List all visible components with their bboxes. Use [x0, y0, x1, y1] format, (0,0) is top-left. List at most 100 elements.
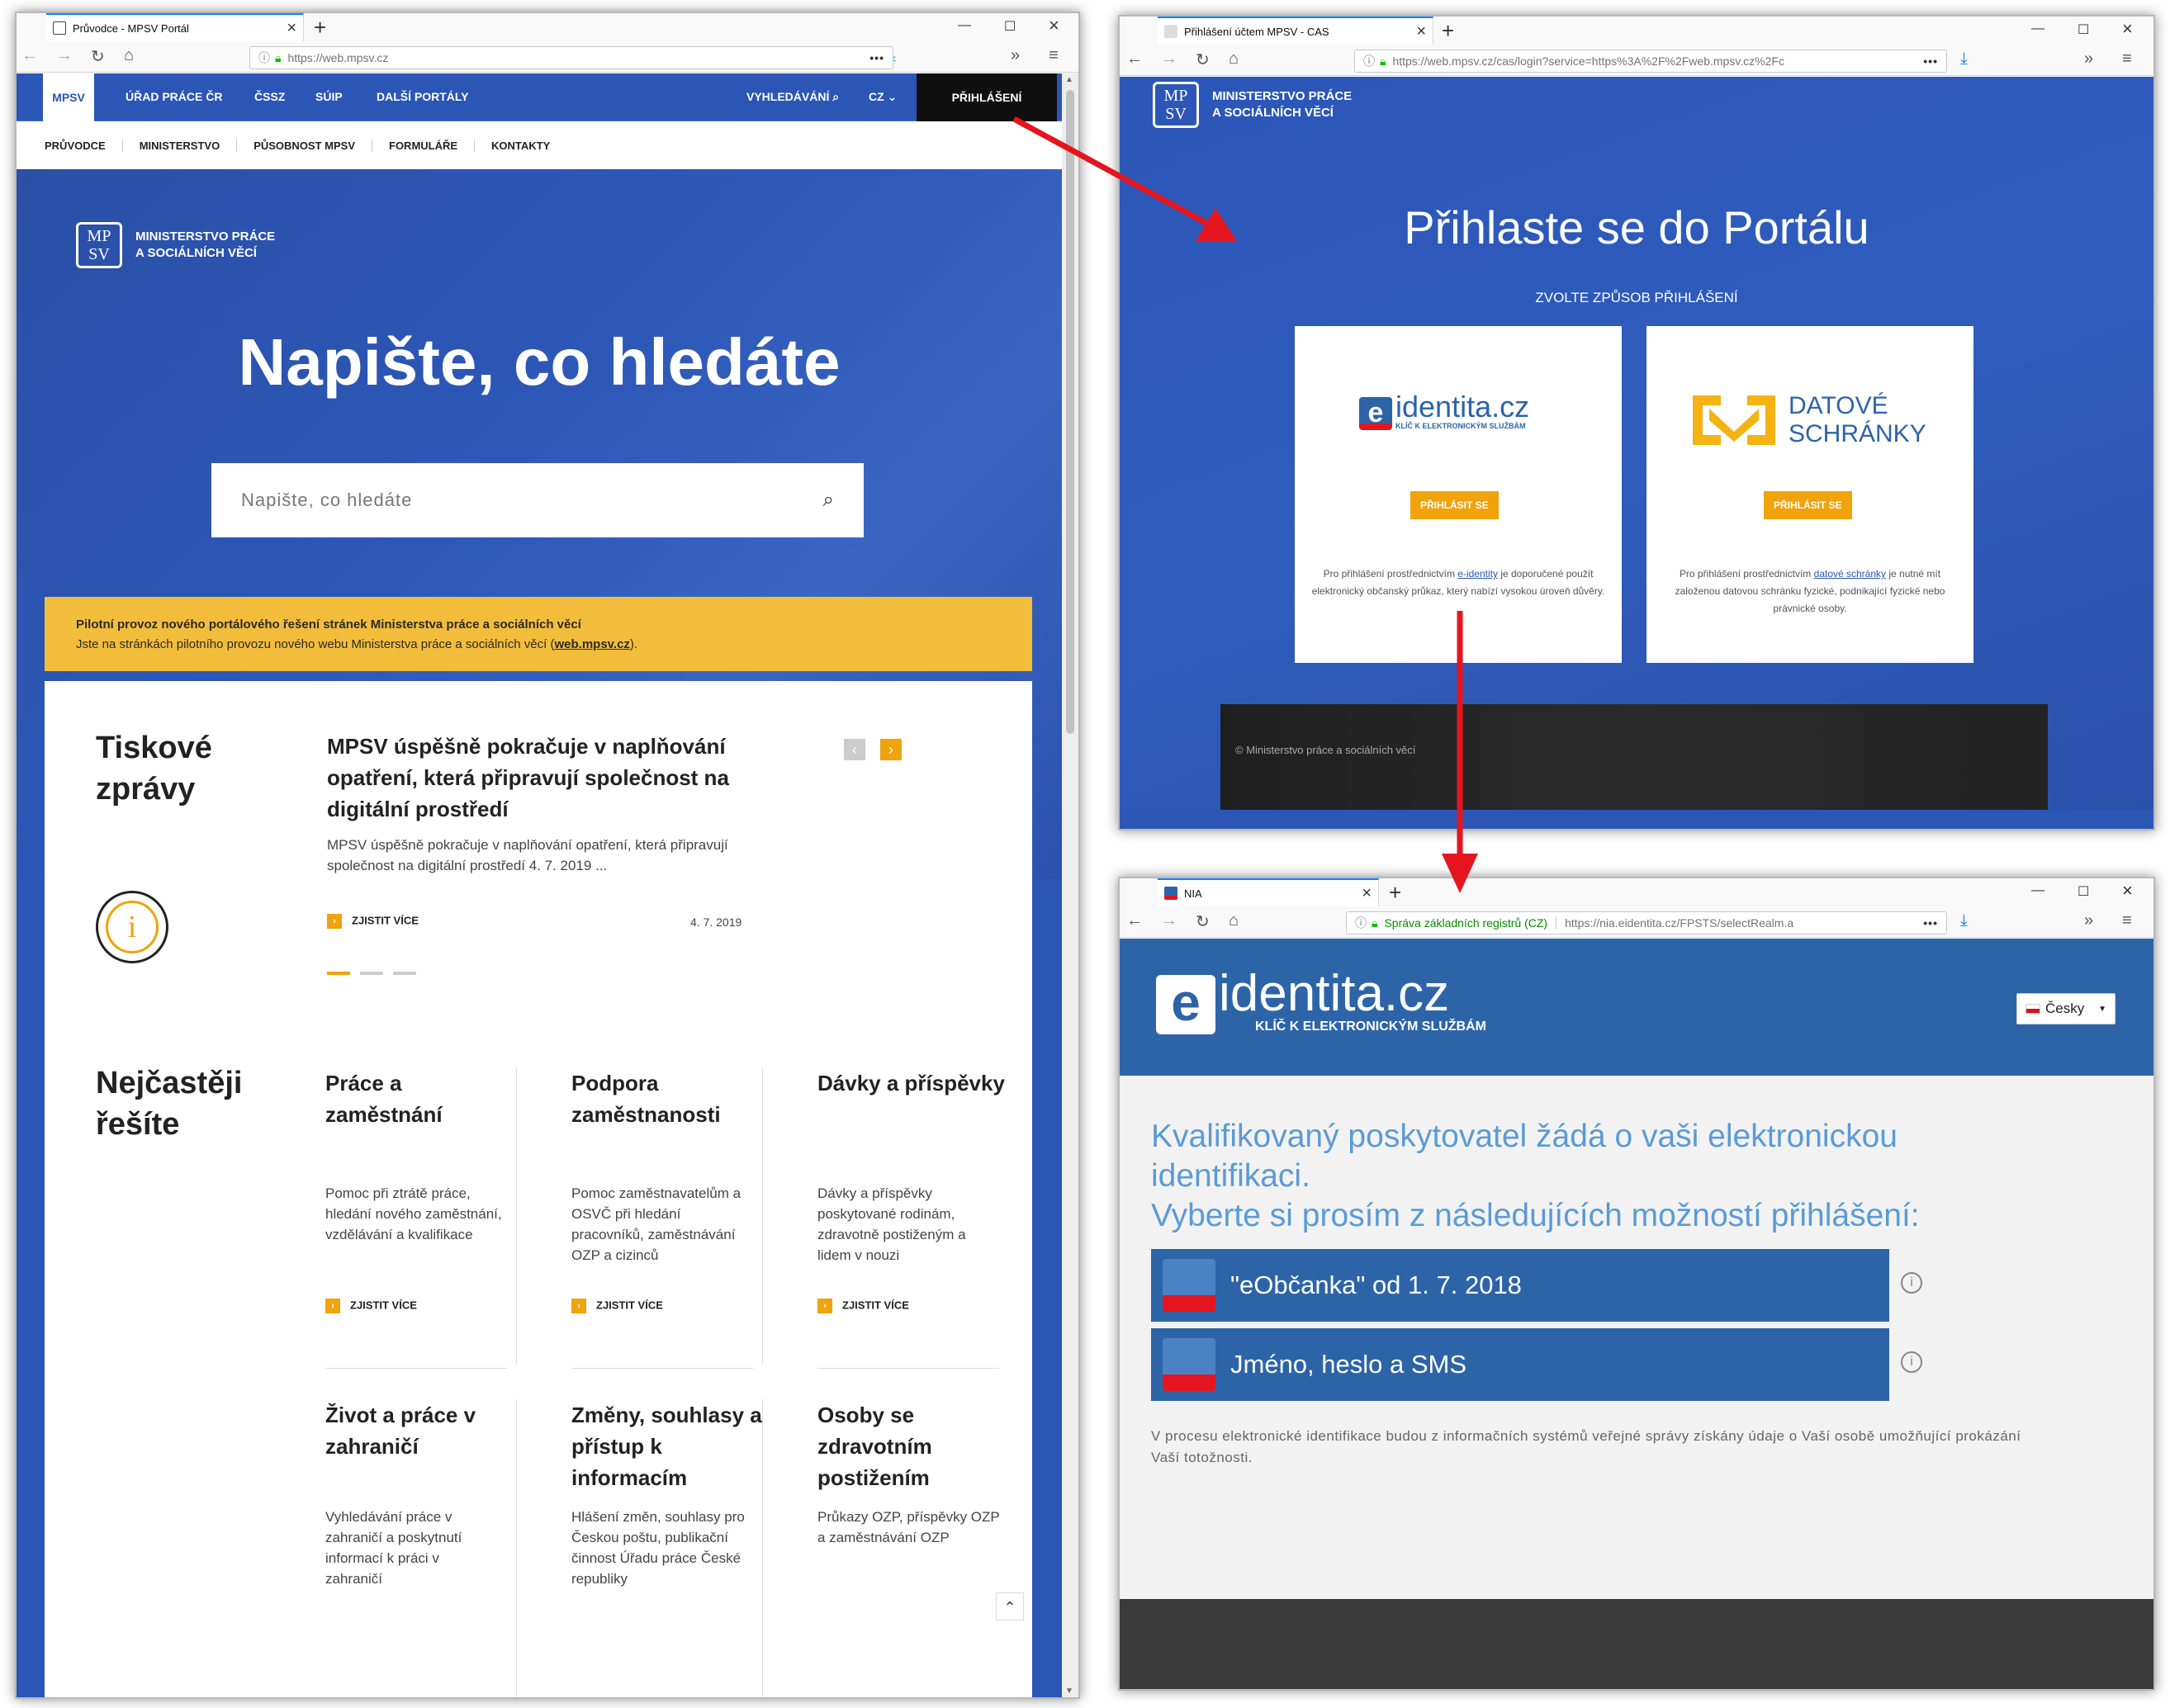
datove-schranky-link[interactable]: datové schránky [1814, 568, 1886, 580]
lock-icon: 🔒︎ [1380, 54, 1386, 68]
option-eobcanka[interactable]: "eObčanka" od 1. 7. 2018 [1151, 1249, 1889, 1322]
back-icon[interactable]: ← [1126, 50, 1143, 69]
overflow-icon[interactable]: » [2084, 911, 2093, 930]
card-more-link[interactable]: › ZJISTIT VÍCE [817, 1299, 1009, 1313]
close-tab-icon[interactable]: × [1362, 884, 1372, 903]
nav-item-urad-prace[interactable]: ÚŘAD PRÁCE ČR [126, 90, 222, 103]
tab-mpsv[interactable]: Průvodce - MPSV Portál × [46, 13, 304, 41]
eidentita-link[interactable]: e-identity [1457, 568, 1498, 580]
site-identity[interactable]: Správa základních registrů (CZ) [1384, 916, 1557, 930]
subnav-pruvodce[interactable]: PRŮVODCE [45, 139, 123, 152]
card-zahranici[interactable]: Život a práce v zahraničí Vyhledávání pr… [325, 1399, 517, 1697]
page-actions-icon[interactable]: ••• [1923, 54, 1938, 68]
back-icon[interactable]: ← [21, 46, 38, 65]
carousel-prev-button[interactable]: ‹ [844, 739, 865, 760]
nav-item-mpsv[interactable]: MPSV [43, 73, 94, 121]
forward-icon[interactable]: → [1161, 911, 1177, 930]
search-input[interactable]: Napište, co hledáte [241, 490, 823, 511]
card-more-link[interactable]: › ZJISTIT VÍCE [325, 1299, 516, 1313]
minimize-icon[interactable]: — [2031, 21, 2044, 36]
subnav-pusobnost[interactable]: PŮSOBNOST MPSV [237, 139, 372, 152]
page-actions-icon[interactable]: ••• [869, 51, 884, 64]
url-bar[interactable]: ⓘ 🔒︎ https://web.mpsv.cz ••• [249, 46, 893, 69]
new-tab-icon[interactable]: + [314, 15, 326, 40]
scrollbar-down-icon[interactable]: ▼ [1065, 1687, 1073, 1696]
login-button[interactable]: PŘIHLÁŠENÍ [917, 73, 1057, 121]
info-eobcanka-icon[interactable]: i [1901, 1272, 1922, 1294]
tab-cas-login[interactable]: Přihlášení účtem MPSV - CAS × [1158, 17, 1433, 45]
scrollbar-up-icon[interactable]: ▲ [1065, 75, 1073, 84]
option-jmeno-heslo-sms[interactable]: Jméno, heslo a SMS [1151, 1328, 1889, 1401]
eidentita-logo[interactable]: e identita.cz KLÍČ K ELEKTRONICKÝM SLUŽB… [1156, 968, 1486, 1034]
back-icon[interactable]: ← [1126, 911, 1143, 930]
mpsv-logo[interactable]: MP SV MINISTERSTVO PRÁCE A SOCIÁLNÍCH VĚCÍ [76, 222, 275, 268]
mpsv-logo[interactable]: MPSV Pro přihlášení prostřednictvím MINI… [1153, 82, 1352, 128]
forward-icon[interactable]: → [1161, 50, 1177, 69]
scrollbar-thumb[interactable] [1066, 90, 1074, 734]
new-tab-icon[interactable]: + [1389, 880, 1401, 906]
search-link[interactable]: VYHLEDÁVÁNÍ ⌕ [746, 90, 839, 104]
info-icon[interactable]: ⓘ [258, 50, 270, 66]
card-ozp[interactable]: Osoby se zdravotním postižením Průkazy O… [817, 1399, 1009, 1697]
menu-icon[interactable]: ≡ [1049, 46, 1059, 65]
carousel-dot-2[interactable] [360, 972, 383, 975]
nia-favicon-icon [1164, 887, 1177, 900]
home-icon[interactable]: ⌂ [1229, 50, 1239, 69]
minimize-icon[interactable]: — [958, 18, 971, 33]
close-window-icon[interactable]: × [2122, 18, 2133, 40]
download-icon[interactable]: ⤓ [1960, 50, 1968, 69]
card-davky[interactable]: Dávky a příspěvky Dávky a příspěvky posk… [817, 1067, 1009, 1365]
search-icon[interactable]: ⌕ [823, 489, 834, 512]
url-bar[interactable]: ⓘ 🔒︎ https://web.mpsv.cz/cas/login?servi… [1354, 50, 1947, 73]
close-tab-icon[interactable]: × [287, 19, 296, 38]
maximize-icon[interactable]: ☐ [1004, 18, 1016, 35]
reload-icon[interactable]: ↻ [1196, 911, 1210, 932]
datove-schranky-login-button[interactable]: PŘIHLÁSIT SE [1764, 491, 1852, 519]
subnav-ministerstvo[interactable]: MINISTERSTVO [123, 139, 238, 152]
scrollbar[interactable]: ▲ ▼ [1062, 73, 1078, 1697]
card-prace[interactable]: Práce a zaměstnání Pomoc při ztrátě prác… [325, 1067, 517, 1365]
maximize-icon[interactable]: ☐ [2078, 883, 2089, 900]
language-select[interactable]: CZ ⌄ [869, 90, 897, 104]
minimize-icon[interactable]: — [2031, 883, 2044, 898]
info-icon[interactable]: ⓘ [1355, 915, 1367, 931]
subnav-kontakty[interactable]: KONTAKTY [475, 140, 566, 152]
press-more-link[interactable]: › ZJISTIT VÍCE [327, 914, 419, 929]
press-title[interactable]: MPSV úspěšně pokračuje v naplňování opat… [327, 731, 773, 825]
close-tab-icon[interactable]: × [1416, 22, 1426, 41]
nav-item-cssz[interactable]: ČSSZ [254, 90, 285, 103]
carousel-dot-1[interactable] [327, 972, 350, 975]
subnav-formulare[interactable]: FORMULÁŘE [372, 139, 476, 152]
home-icon[interactable]: ⌂ [1229, 911, 1239, 930]
card-zmeny[interactable]: Změny, souhlasy a přístup k informacím H… [571, 1399, 763, 1697]
url-bar[interactable]: ⓘ 🔒︎ Správa základních registrů (CZ) htt… [1346, 911, 1947, 934]
reload-icon[interactable]: ↻ [91, 46, 105, 67]
search-box[interactable]: Napište, co hledáte ⌕ [211, 463, 864, 537]
close-window-icon[interactable]: × [2122, 880, 2133, 901]
home-icon[interactable]: ⌂ [124, 46, 134, 65]
eidentita-login-button[interactable]: PŘIHLÁSIT SE [1410, 491, 1499, 519]
new-tab-icon[interactable]: + [1442, 18, 1454, 44]
nav-item-suip[interactable]: SÚIP [315, 90, 343, 103]
carousel-dot-3[interactable] [393, 972, 416, 975]
forward-icon[interactable]: → [56, 46, 73, 65]
overflow-icon[interactable]: » [1011, 46, 1020, 65]
nav-item-dalsi-portaly[interactable]: DALŠÍ PORTÁLY [377, 90, 469, 103]
tab-nia[interactable]: NIA × [1158, 878, 1379, 906]
menu-icon[interactable]: ≡ [2122, 50, 2132, 69]
maximize-icon[interactable]: ☐ [2078, 21, 2089, 38]
carousel-next-button[interactable]: › [880, 739, 902, 760]
close-window-icon[interactable]: × [1049, 15, 1059, 36]
overflow-icon[interactable]: » [2084, 50, 2093, 69]
scroll-top-button[interactable]: ⌃ [996, 1592, 1024, 1620]
download-icon[interactable]: ⤓ [1960, 911, 1968, 930]
card-more-link[interactable]: › ZJISTIT VÍCE [571, 1299, 762, 1313]
info-sms-icon[interactable]: i [1901, 1351, 1922, 1373]
card-podpora[interactable]: Podpora zaměstnanosti Pomoc zaměstnavate… [571, 1067, 763, 1365]
language-dropdown[interactable]: Česky ▼ [2016, 993, 2116, 1024]
menu-icon[interactable]: ≡ [2122, 911, 2132, 930]
page-actions-icon[interactable]: ••• [1923, 916, 1938, 930]
notice-link[interactable]: web.mpsv.cz [554, 637, 629, 651]
info-icon[interactable]: ⓘ [1363, 53, 1375, 69]
reload-icon[interactable]: ↻ [1196, 50, 1210, 70]
